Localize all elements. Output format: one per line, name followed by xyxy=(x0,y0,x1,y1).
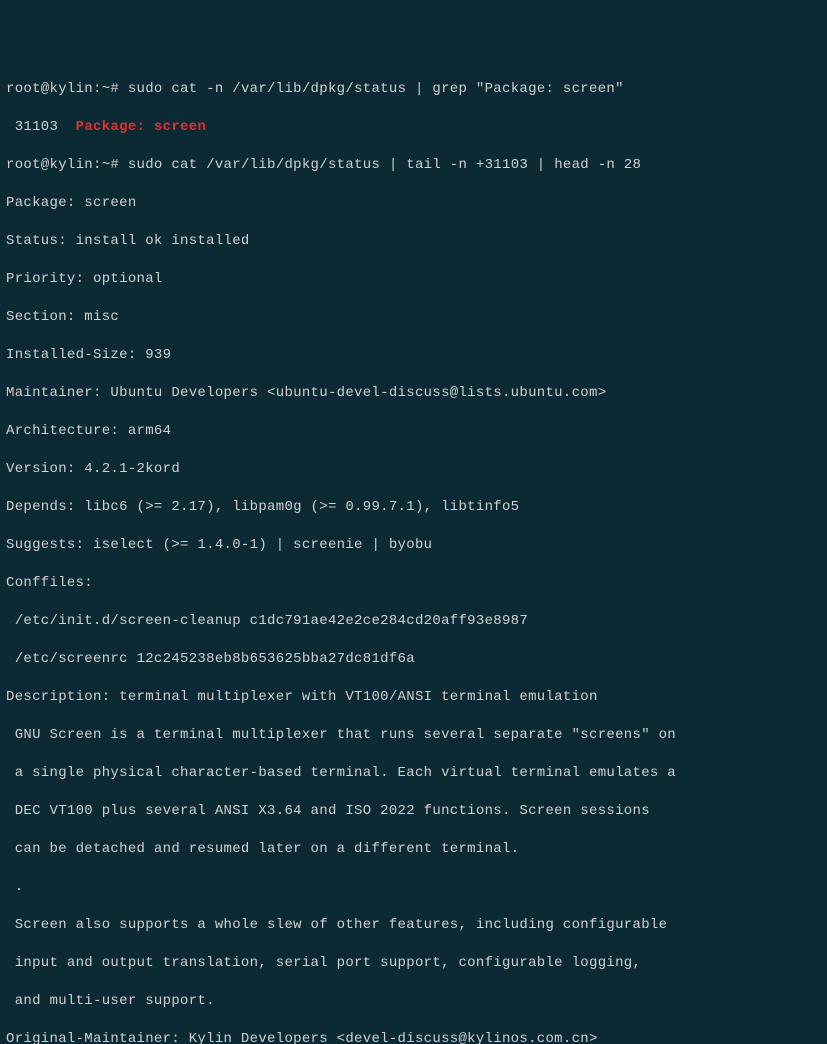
output-line: Original-Maintainer: Kylin Developers <d… xyxy=(6,1030,821,1044)
output-line: Screen also supports a whole slew of oth… xyxy=(6,916,821,935)
output-line: GNU Screen is a terminal multiplexer tha… xyxy=(6,726,821,745)
output-line: input and output translation, serial por… xyxy=(6,954,821,973)
output-line: Priority: optional xyxy=(6,270,821,289)
shell-prompt: root@kylin:~# xyxy=(6,81,128,97)
grep-lineno: 31103 xyxy=(6,119,76,135)
output-line: Conffiles: xyxy=(6,574,821,593)
output-line: Architecture: arm64 xyxy=(6,422,821,441)
command-line-2[interactable]: root@kylin:~# sudo cat /var/lib/dpkg/sta… xyxy=(6,156,821,175)
output-line: Section: misc xyxy=(6,308,821,327)
command-text: sudo cat -n /var/lib/dpkg/status | grep … xyxy=(128,81,624,97)
output-line: DEC VT100 plus several ANSI X3.64 and IS… xyxy=(6,802,821,821)
output-line: /etc/screenrc 12c245238eb8b653625bba27dc… xyxy=(6,650,821,669)
shell-prompt: root@kylin:~# xyxy=(6,157,128,173)
grep-output-line: 31103 Package: screen xyxy=(6,118,821,137)
output-line: a single physical character-based termin… xyxy=(6,764,821,783)
command-line-1[interactable]: root@kylin:~# sudo cat -n /var/lib/dpkg/… xyxy=(6,80,821,99)
output-line: Version: 4.2.1-2kord xyxy=(6,460,821,479)
output-line: Status: install ok installed xyxy=(6,232,821,251)
output-line: Depends: libc6 (>= 2.17), libpam0g (>= 0… xyxy=(6,498,821,517)
output-line: Package: screen xyxy=(6,194,821,213)
output-line: can be detached and resumed later on a d… xyxy=(6,840,821,859)
output-line: Description: terminal multiplexer with V… xyxy=(6,688,821,707)
output-line: and multi-user support. xyxy=(6,992,821,1011)
grep-match: Package: screen xyxy=(76,119,207,135)
output-line: Suggests: iselect (>= 1.4.0-1) | screeni… xyxy=(6,536,821,555)
output-line: Maintainer: Ubuntu Developers <ubuntu-de… xyxy=(6,384,821,403)
output-line: /etc/init.d/screen-cleanup c1dc791ae42e2… xyxy=(6,612,821,631)
command-text: sudo cat /var/lib/dpkg/status | tail -n … xyxy=(128,157,641,173)
output-line: Installed-Size: 939 xyxy=(6,346,821,365)
output-line: . xyxy=(6,878,821,897)
